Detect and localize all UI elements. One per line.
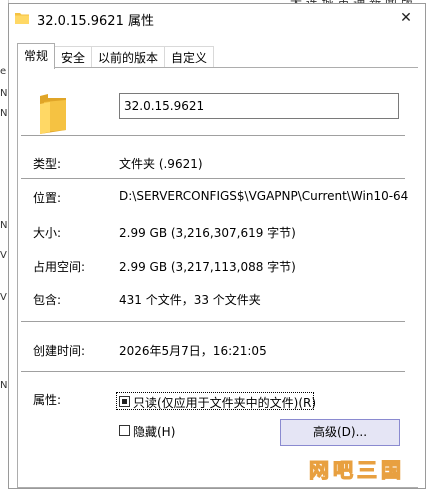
type-value: 文件夹 (.9621) xyxy=(119,157,203,171)
large-folder-icon xyxy=(40,94,66,134)
watermark-logo: 网吧三国 xyxy=(308,457,405,482)
screen: e N N N V V N 大 连 城 市 通 新 闻 版 32.0.15.96… xyxy=(0,0,427,489)
background-char: N xyxy=(0,220,8,231)
created-label: 创建时间: xyxy=(33,344,86,358)
size-on-disk-value: 2.99 GB (3,217,113,088 字节) xyxy=(119,260,296,274)
background-char: N xyxy=(0,108,8,119)
svg-text:网吧三国: 网吧三国 xyxy=(309,458,405,482)
background-char: V xyxy=(0,250,7,261)
separator xyxy=(21,135,405,136)
readonly-checkbox[interactable] xyxy=(119,396,130,407)
location-label: 位置: xyxy=(33,191,62,205)
hidden-label[interactable]: 隐藏(H) xyxy=(133,423,175,440)
title-bar[interactable]: 32.0.15.9621 属性 ✕ xyxy=(9,4,425,32)
tab-general[interactable]: 常规 xyxy=(17,43,56,69)
size-on-disk-label: 占用空间: xyxy=(33,260,86,274)
separator xyxy=(21,371,405,372)
separator xyxy=(21,178,405,179)
separator xyxy=(21,321,405,322)
tab-previous-versions[interactable]: 以前的版本 xyxy=(91,46,166,69)
size-label: 大小: xyxy=(33,226,62,240)
type-label: 类型: xyxy=(33,157,62,171)
advanced-button[interactable]: 高级(D)... xyxy=(280,419,400,446)
background-char: N xyxy=(0,380,8,391)
folder-icon xyxy=(15,13,29,24)
contains-label: 包含: xyxy=(33,293,62,307)
close-icon: ✕ xyxy=(400,10,412,26)
tab-customize[interactable]: 自定义 xyxy=(164,46,215,69)
folder-name-field[interactable]: 32.0.15.9621 xyxy=(119,93,399,119)
readonly-label[interactable]: 只读(仅应用于文件夹中的文件)(R) xyxy=(133,394,316,411)
background-char: N xyxy=(0,88,8,99)
close-button[interactable]: ✕ xyxy=(387,4,425,32)
tab-security[interactable]: 安全 xyxy=(54,46,93,69)
location-value: D:\SERVERCONFIGS$\VGAPNP\Current\Win10-6… xyxy=(119,189,409,203)
hidden-checkbox[interactable] xyxy=(119,425,130,436)
properties-dialog: 32.0.15.9621 属性 ✕ 常规 安全 以前的版本 自定义 32.0.1… xyxy=(8,3,426,489)
background-char: e xyxy=(0,66,7,77)
tab-strip: 常规 安全 以前的版本 自定义 xyxy=(17,43,215,69)
attributes-label: 属性: xyxy=(33,393,62,407)
size-value: 2.99 GB (3,216,307,619 字节) xyxy=(119,226,296,240)
window-title: 32.0.15.9621 属性 xyxy=(37,14,154,29)
background-char: V xyxy=(0,292,7,303)
contains-value: 431 个文件，33 个文件夹 xyxy=(119,293,261,307)
created-value: 2026年5月7日，16:21:05 xyxy=(119,344,267,358)
